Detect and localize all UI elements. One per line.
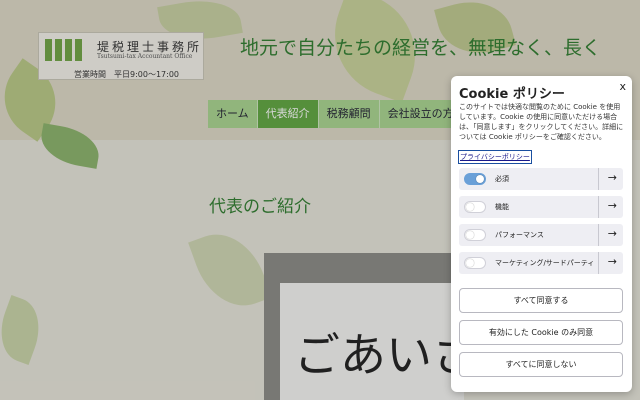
accept-all-button[interactable]: すべて同意する xyxy=(459,288,623,313)
accept-enabled-button[interactable]: 有効にした Cookie のみ同意 xyxy=(459,320,623,345)
divider xyxy=(598,168,599,190)
performance-toggle[interactable] xyxy=(464,229,486,241)
arrow-right-icon[interactable]: → xyxy=(608,171,617,184)
category-label: 必須 xyxy=(495,175,509,183)
cookie-category-functional[interactable]: 機能 → xyxy=(459,196,623,218)
divider xyxy=(598,252,599,274)
reject-all-button[interactable]: すべてに同意しない xyxy=(459,352,623,377)
category-label: マーケティング/サードパーティ xyxy=(495,259,595,267)
cookie-description: このサイトでは快適な閲覧のために Cookie を使用しています。Cookie … xyxy=(459,103,624,141)
functional-toggle[interactable] xyxy=(464,201,486,213)
cookie-category-performance[interactable]: パフォーマンス → xyxy=(459,224,623,246)
cookie-title: Cookie ポリシー xyxy=(459,87,565,102)
category-label: パフォーマンス xyxy=(495,231,544,239)
required-toggle[interactable] xyxy=(464,173,486,185)
category-label: 機能 xyxy=(495,203,509,211)
cookie-category-marketing[interactable]: マーケティング/サードパーティ → xyxy=(459,252,623,274)
divider xyxy=(598,196,599,218)
arrow-right-icon[interactable]: → xyxy=(608,255,617,268)
cookie-consent-panel: x Cookie ポリシー このサイトでは快適な閲覧のために Cookie を使… xyxy=(451,76,632,392)
arrow-right-icon[interactable]: → xyxy=(608,199,617,212)
close-icon[interactable]: x xyxy=(619,80,626,93)
privacy-policy-link[interactable]: プライバシーポリシー xyxy=(458,150,532,164)
cookie-category-required[interactable]: 必須 → xyxy=(459,168,623,190)
marketing-toggle[interactable] xyxy=(464,257,486,269)
arrow-right-icon[interactable]: → xyxy=(608,227,617,240)
divider xyxy=(598,224,599,246)
